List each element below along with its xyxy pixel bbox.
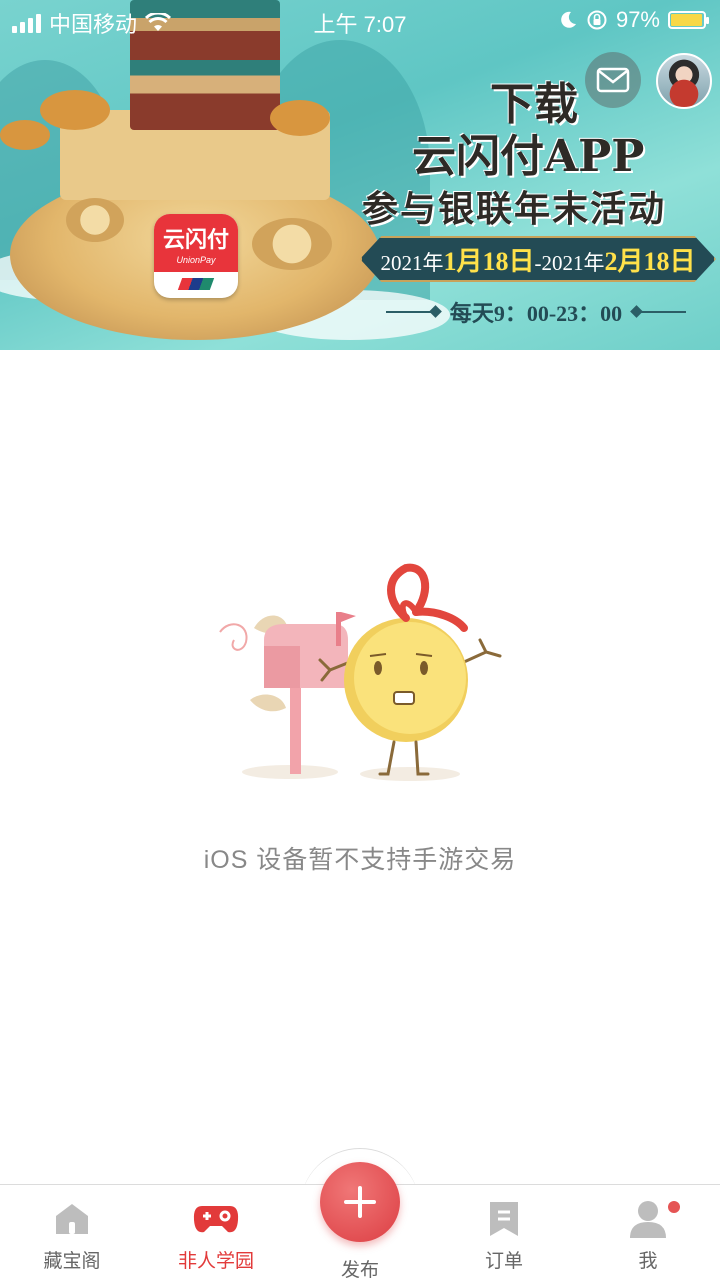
mail-icon [596, 67, 630, 93]
banner-tree [40, 90, 110, 130]
divider [386, 311, 436, 313]
banner-headline-2: 云闪付APP [412, 131, 645, 182]
tab-feirenxueyuan[interactable]: 非人学园 [144, 1198, 288, 1273]
tab-orders[interactable]: 订单 [432, 1198, 576, 1273]
home-icon [56, 1204, 88, 1234]
tab-cangbaoge[interactable]: 藏宝阁 [0, 1198, 144, 1273]
publish-button[interactable] [320, 1162, 400, 1242]
date-start: 1月18日 [443, 246, 535, 276]
date-mid: -2021年 [534, 250, 605, 275]
battery-percent: 97% [615, 7, 660, 32]
empty-mailbox-coin-illustration [219, 563, 502, 781]
profile-icon [630, 1201, 666, 1238]
gamepad-icon [193, 1206, 239, 1233]
date-prefix: 2021年 [380, 250, 444, 275]
empty-state-message: iOS 设备暂不支持手游交易 [203, 846, 517, 874]
banner-coin [66, 198, 124, 242]
tab-label: 非人学园 [177, 1251, 254, 1272]
unionpay-app-icon: 云闪付 UnionPay [154, 214, 238, 298]
publish-label[interactable]: 发布 [300, 1255, 420, 1281]
app-icon-brand: UnionPay [176, 255, 216, 265]
rotation-lock-icon [587, 10, 607, 30]
banner-tree [270, 100, 330, 136]
banner-tree [0, 120, 50, 150]
banner-headline-3: 参与银联年末活动 [362, 188, 667, 230]
banner-hours-text: 每天9：00-23：00 [449, 301, 623, 326]
battery-icon [668, 11, 709, 29]
app-icon-name: 云闪付 [162, 228, 229, 253]
user-avatar[interactable] [656, 53, 712, 109]
tab-me[interactable]: 我 [576, 1198, 720, 1273]
plus-icon [344, 1186, 376, 1218]
tab-label: 订单 [484, 1251, 523, 1272]
banner-date-range: 2021年1月18日-2021年2月18日 [360, 236, 716, 282]
status-bar: 中国移动 上午 7:07 97% [0, 0, 720, 40]
mail-button[interactable] [585, 52, 641, 108]
tab-label: 藏宝阁 [43, 1251, 101, 1272]
moon-icon [561, 11, 576, 28]
notification-badge [668, 1201, 680, 1213]
divider [636, 311, 687, 313]
banner-coin [252, 218, 332, 270]
banner-hours: 每天9：00-23：00 [386, 296, 687, 328]
unionpay-stripe [177, 278, 215, 290]
tab-label: 我 [638, 1251, 658, 1272]
date-end: 2月18日 [604, 246, 696, 276]
order-icon [490, 1202, 518, 1236]
